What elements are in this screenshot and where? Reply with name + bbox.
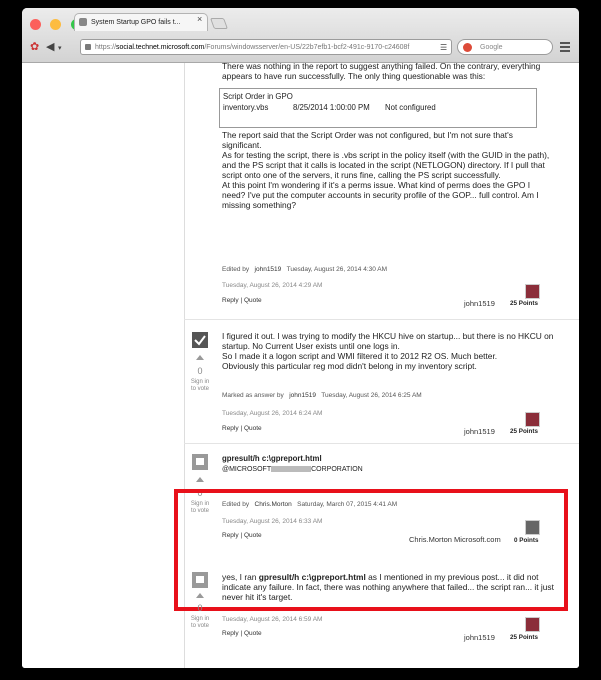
post2-body: I figured it out. I was trying to modify… [222, 331, 557, 371]
post3-signature: @MICROSOFT CORPORATION [222, 465, 542, 475]
action-separator: | [240, 297, 243, 304]
edited-date: Tuesday, August 26, 2014 4:30 AM [286, 266, 388, 273]
edited-label: Edited by [222, 266, 250, 273]
post4-author[interactable]: john1519 [464, 633, 495, 642]
reply-link[interactable]: Reply [222, 297, 239, 304]
signature-suffix: CORPORATION [311, 466, 363, 473]
post1-paragraph: At this point I'm wondering if it's a pe… [222, 180, 539, 210]
menu-icon[interactable] [560, 42, 570, 54]
avatar[interactable] [525, 617, 540, 632]
divider [184, 443, 579, 444]
quote-link[interactable]: Quote [244, 297, 262, 304]
table-header: Script Order in GPO [223, 92, 293, 101]
close-window-button[interactable] [30, 19, 41, 30]
back-button[interactable]: ◀ [46, 40, 54, 54]
post1-paragraph: The report said that the Script Order wa… [222, 130, 513, 150]
post1-table: Script Order in GPO inventory.vbs 8/25/20… [219, 88, 537, 128]
post4-actions: Reply | Quote [222, 630, 262, 637]
url-path: /Forums/windowsserver/en-US/22b7efb1-bcf… [204, 44, 410, 51]
favicon-icon [79, 18, 87, 26]
post1-points: 25 Points [510, 300, 538, 307]
post1-date: Tuesday, August 26, 2014 4:29 AM [222, 282, 323, 289]
command-text: gpresult/h c:\gpreport.html [222, 454, 322, 463]
post4-text: yes, I ran [222, 572, 259, 582]
post1-actions: Reply | Quote [222, 297, 262, 304]
url-scheme: https:// [95, 44, 117, 51]
url-host: social.technet.microsoft.com [116, 44, 205, 51]
table-row: inventory.vbs 8/25/2014 1:00:00 PM Not con… [223, 102, 533, 113]
page-content: There was nothing in the report to sugge… [22, 61, 579, 668]
post2-paragraph: So I made it a logon script and WMI filt… [222, 351, 498, 361]
action-separator: | [240, 630, 243, 637]
vote-up-icon[interactable] [196, 477, 204, 482]
command-text: gpresult/h c:\gpreport.html [258, 572, 366, 582]
lock-icon [85, 44, 91, 50]
reply-link[interactable]: Reply [222, 630, 239, 637]
google-icon [463, 43, 472, 52]
post2-marked-answer: Marked as answer by john1519 Tuesday, Au… [222, 392, 422, 399]
post3-body: gpresult/h c:\gpreport.html @MICROSOFT CO… [222, 454, 542, 475]
post1-edited: Edited by john1519 Tuesday, August 26, 2… [222, 266, 387, 273]
divider [184, 319, 579, 320]
post2-paragraph: Obviously this particular reg mod didn't… [222, 361, 477, 371]
marked-user-link[interactable]: john1519 [289, 392, 316, 399]
table-cell: inventory.vbs [223, 103, 269, 112]
vote-label-line: Sign in [190, 379, 210, 385]
minimize-window-button[interactable] [50, 19, 62, 30]
post4-body: yes, I ran gpresult/h c:\gpreport.html a… [222, 572, 557, 602]
avatar[interactable] [525, 412, 540, 427]
search-placeholder: Google [480, 44, 503, 51]
vote-up-icon[interactable] [196, 593, 204, 598]
extension-icon[interactable]: ✿ [30, 40, 39, 54]
quote-link[interactable]: Quote [244, 425, 262, 432]
tab-close-icon[interactable]: × [197, 14, 202, 24]
post4-points: 25 Points [510, 634, 538, 641]
table-cell: Not configured [385, 103, 436, 112]
vote-label-line: Sign in [190, 616, 210, 622]
vote-label: Sign in to vote [185, 379, 215, 393]
vote-count: 0 [197, 603, 203, 613]
marked-date: Tuesday, August 26, 2014 6:25 AM [321, 392, 422, 399]
table-cell: 8/25/2014 1:00:00 PM [293, 103, 370, 112]
new-tab-button[interactable] [209, 18, 229, 29]
post1-body-2: The report said that the Script Order wa… [222, 130, 552, 210]
vote-label-line: to vote [190, 386, 209, 392]
vote-up-icon[interactable] [196, 355, 204, 360]
search-bar[interactable]: Google [457, 39, 553, 55]
vote-label: Sign in to vote [185, 616, 215, 630]
vote-count: 0 [197, 366, 203, 376]
post2-date: Tuesday, August 26, 2014 6:24 AM [222, 410, 323, 417]
tab-title: System Startup GPO fails t... [91, 19, 181, 26]
marked-label: Marked as answer by [222, 392, 284, 399]
message-icon [192, 454, 208, 470]
avatar[interactable] [525, 284, 540, 299]
address-bar[interactable]: https://social.technet.microsoft.com/For… [80, 39, 452, 55]
message-icon [192, 572, 208, 588]
navigation-bar: ✿ ◀ ▾ https://social.technet.microsoft.c… [22, 36, 579, 60]
reader-icon[interactable]: ☰ [440, 41, 447, 55]
post2-actions: Reply | Quote [222, 425, 262, 432]
redacted-block [271, 466, 312, 473]
browser-window: System Startup GPO fails t... × ✿ ◀ ▾ ht… [22, 8, 579, 668]
action-separator: | [240, 425, 243, 432]
signature-prefix: @MICROSOFT [222, 466, 272, 473]
post2-points: 25 Points [510, 428, 538, 435]
post4-date: Tuesday, August 26, 2014 6:59 AM [222, 616, 323, 623]
post2-paragraph: I figured it out. I was trying to modify… [222, 331, 554, 351]
post1-author[interactable]: john1519 [464, 299, 495, 308]
back-dropdown-icon[interactable]: ▾ [58, 42, 62, 56]
reply-link[interactable]: Reply [222, 425, 239, 432]
post1-body: There was nothing in the report to sugge… [222, 61, 552, 81]
post2-author[interactable]: john1519 [464, 427, 495, 436]
browser-chrome: System Startup GPO fails t... × ✿ ◀ ▾ ht… [22, 8, 579, 63]
post1-paragraph: There was nothing in the report to sugge… [222, 61, 541, 81]
edited-user-link[interactable]: john1519 [255, 266, 282, 273]
post1-paragraph: As for testing the script, there is .vbs… [222, 150, 550, 180]
vote-label-line: to vote [190, 623, 209, 629]
browser-tab[interactable]: System Startup GPO fails t... [74, 13, 208, 31]
quote-link[interactable]: Quote [244, 630, 262, 637]
answered-check-icon [192, 332, 208, 348]
